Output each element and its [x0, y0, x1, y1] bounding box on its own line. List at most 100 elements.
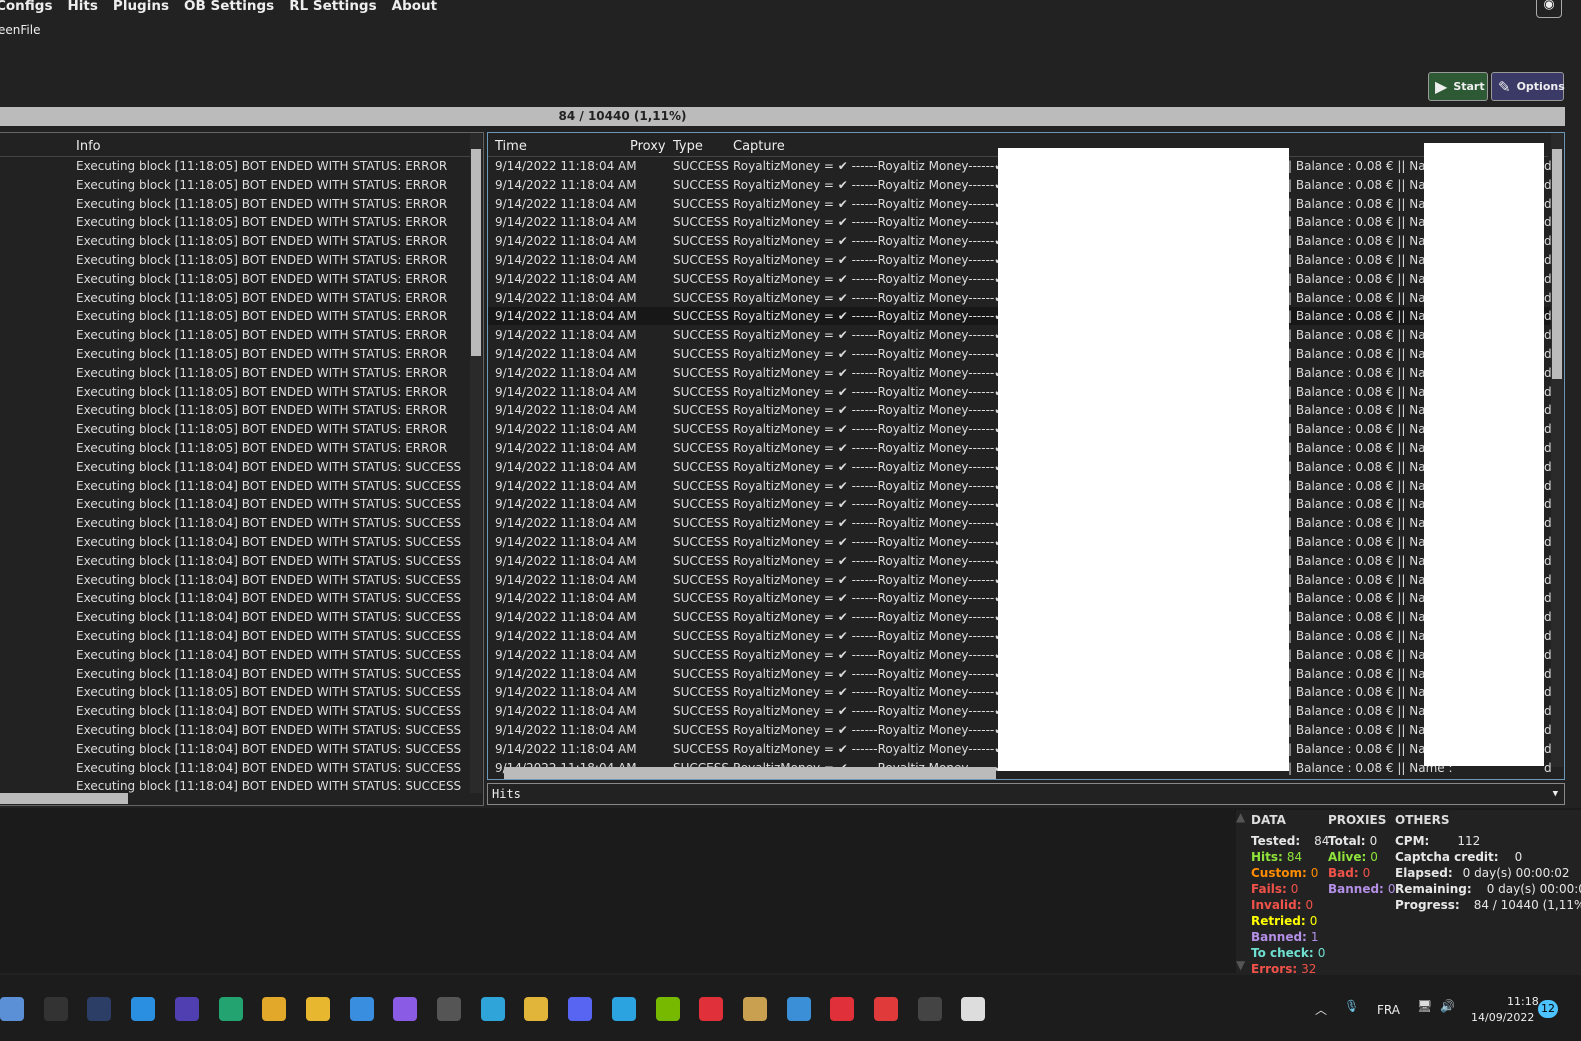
scroll-down-icon[interactable]: ▼	[1236, 958, 1245, 972]
scroll-thumb[interactable]	[471, 149, 481, 356]
hit-capture: RoyaltizMoney = ✔ ------Royaltiz Money--…	[733, 497, 1005, 512]
data-stats-title: DATA	[1251, 813, 1286, 827]
lightning-icon[interactable]	[699, 997, 724, 1021]
start-button[interactable]: ▶ Start	[1428, 72, 1488, 101]
hit-time: 9/14/2022 11:18:04 AM	[495, 253, 637, 267]
proxy-column-header[interactable]: Proxy	[630, 139, 666, 154]
other-stats-item: Captcha credit: 0	[1395, 850, 1522, 864]
other-stats-title: OTHERS	[1395, 813, 1450, 827]
volume-icon[interactable]: 🔊	[1440, 999, 1455, 1013]
menu-about[interactable]: About	[392, 0, 437, 14]
cmd-icon[interactable]	[917, 997, 942, 1021]
data-stats-value: 1	[1310, 930, 1319, 944]
file-explorer-icon[interactable]	[305, 997, 330, 1021]
proxy-stats-title: PROXIES	[1328, 813, 1387, 827]
axi-icon[interactable]	[830, 997, 855, 1021]
capture-column-header[interactable]: Capture	[733, 139, 785, 154]
hit-time: 9/14/2022 11:18:04 AM	[495, 535, 637, 549]
data-stats-value: 0	[1317, 946, 1326, 960]
menu-rl-settings[interactable]: RL Settings	[289, 0, 376, 14]
hit-time: 9/14/2022 11:18:04 AM	[495, 572, 637, 587]
deezer-icon[interactable]	[437, 997, 461, 1021]
notification-badge[interactable]: 12	[1538, 1000, 1558, 1018]
time-column-header[interactable]: Time	[495, 139, 527, 154]
language-indicator[interactable]: FRA	[1377, 1003, 1400, 1017]
other-stats-item: Progress: 84 / 10440 (1,11%)	[1395, 898, 1581, 912]
nvidia-icon[interactable]	[655, 997, 680, 1021]
hit-time: 9/14/2022 11:18:04 AM	[495, 704, 637, 719]
vscode-icon[interactable]	[131, 997, 156, 1021]
options-button[interactable]: ✎ Options	[1491, 72, 1565, 101]
data-stats-item: Fails: 0	[1251, 882, 1298, 896]
microphone-icon[interactable]: 🎙	[1344, 999, 1359, 1013]
powershell-icon[interactable]	[87, 997, 112, 1021]
progress-text: 84 / 10440 (1,11%)	[558, 109, 687, 123]
hit-capture: RoyaltizMoney = ✔ ------Royaltiz Money--…	[733, 516, 1005, 531]
other-stats-label: Remaining:	[1395, 882, 1472, 896]
openbullet-icon[interactable]	[961, 997, 986, 1021]
hit-capture: RoyaltizMoney = ✔ ------Royaltiz Money--…	[733, 403, 1005, 418]
other-stats-item: CPM: 112	[1395, 834, 1480, 848]
discord-icon[interactable]	[568, 997, 593, 1021]
data-stats-item: Invalid: 0	[1251, 898, 1313, 912]
store-icon[interactable]	[262, 997, 287, 1021]
app-icon[interactable]	[0, 997, 24, 1021]
menu-configs[interactable]: Configs	[0, 0, 53, 14]
edge-icon[interactable]	[480, 997, 505, 1021]
proxy-stats-label: Bad:	[1328, 866, 1359, 880]
hit-time: 9/14/2022 11:18:04 AM	[495, 403, 637, 418]
hit-capture: RoyaltizMoney = ✔ ------Royaltiz Money--…	[733, 271, 1005, 286]
chevron-up-icon[interactable]: ︿	[1315, 1001, 1327, 1018]
chrome-icon[interactable]	[524, 997, 549, 1021]
menu-ob-settings[interactable]: OB Settings	[184, 0, 274, 14]
mail-icon[interactable]	[349, 997, 374, 1021]
scroll-up-icon[interactable]: ▲	[1236, 810, 1245, 824]
scroll-thumb[interactable]	[1552, 149, 1562, 379]
hit-time: 9/14/2022 11:18:04 AM	[495, 234, 637, 249]
hit-time: 9/14/2022 11:18:04 AM	[495, 365, 637, 380]
type-column-header[interactable]: Type	[673, 139, 703, 154]
clock-time[interactable]: 11:18	[1507, 995, 1539, 1008]
hit-type: SUCCESS	[673, 666, 729, 681]
clock-date[interactable]: 14/09/2022	[1471, 1011, 1534, 1024]
hit-capture: RoyaltizMoney = ✔ ------Royaltiz Money--…	[733, 647, 1005, 662]
redacted-area	[998, 148, 1289, 771]
proxy-stats-value: 0	[1362, 866, 1371, 880]
hit-capture: RoyaltizMoney = ✔ ------Royaltiz Money--…	[733, 478, 1005, 493]
menu-hits[interactable]: Hits	[68, 0, 98, 14]
hit-time: 9/14/2022 11:18:04 AM	[495, 647, 637, 662]
hit-type: SUCCESS	[673, 497, 729, 512]
log-vertical-scrollbar[interactable]	[470, 133, 482, 793]
screenshot-camera-icon[interactable]: ◉	[1536, 0, 1562, 18]
log-row: Executing block [11:18:05] BOT ENDED WIT…	[76, 365, 448, 380]
other-stats-label: Captcha credit:	[1395, 850, 1499, 864]
network-icon[interactable]: 🖥	[1417, 999, 1432, 1013]
hit-time: 9/14/2022 11:18:04 AM	[495, 591, 637, 606]
hit-time: 9/14/2022 11:18:04 AM	[495, 723, 637, 737]
browser-icon[interactable]	[174, 997, 199, 1021]
anydesk-icon[interactable]	[874, 997, 898, 1021]
hit-type: SUCCESS	[673, 610, 729, 625]
datagrip-icon[interactable]	[218, 997, 243, 1021]
hit-time: 9/14/2022 11:18:04 AM	[495, 271, 637, 286]
menu-plugins[interactable]: Plugins	[113, 0, 169, 14]
hit-time: 9/14/2022 11:18:04 AM	[495, 478, 637, 493]
hit-type: SUCCESS	[673, 234, 729, 249]
league-icon[interactable]	[742, 997, 767, 1021]
hit-capture: RoyaltizMoney = ✔ ------Royaltiz Money--…	[733, 610, 1005, 625]
terminal-icon[interactable]	[43, 997, 68, 1021]
telegram-icon[interactable]	[611, 997, 636, 1021]
hits-vertical-scrollbar[interactable]	[1551, 133, 1563, 767]
hit-capture: RoyaltizMoney = ✔ ------Royaltiz Money--…	[733, 685, 1005, 700]
hits-view-selector[interactable]: Hits ▼	[487, 783, 1565, 805]
hits-horizontal-scrollbar[interactable]	[504, 767, 996, 779]
info-column-header[interactable]: Info	[76, 139, 101, 154]
hit-type: SUCCESS	[673, 535, 729, 549]
window-icon[interactable]	[786, 997, 811, 1021]
other-stats-label: Progress:	[1395, 898, 1460, 912]
data-stats-label: Hits:	[1251, 850, 1283, 864]
pencil-icon: ✎	[1498, 77, 1511, 96]
vpn-icon[interactable]	[393, 997, 418, 1021]
log-row: Executing block [11:18:04] BOT ENDED WIT…	[76, 516, 462, 531]
log-horizontal-scrollbar[interactable]	[0, 793, 128, 804]
